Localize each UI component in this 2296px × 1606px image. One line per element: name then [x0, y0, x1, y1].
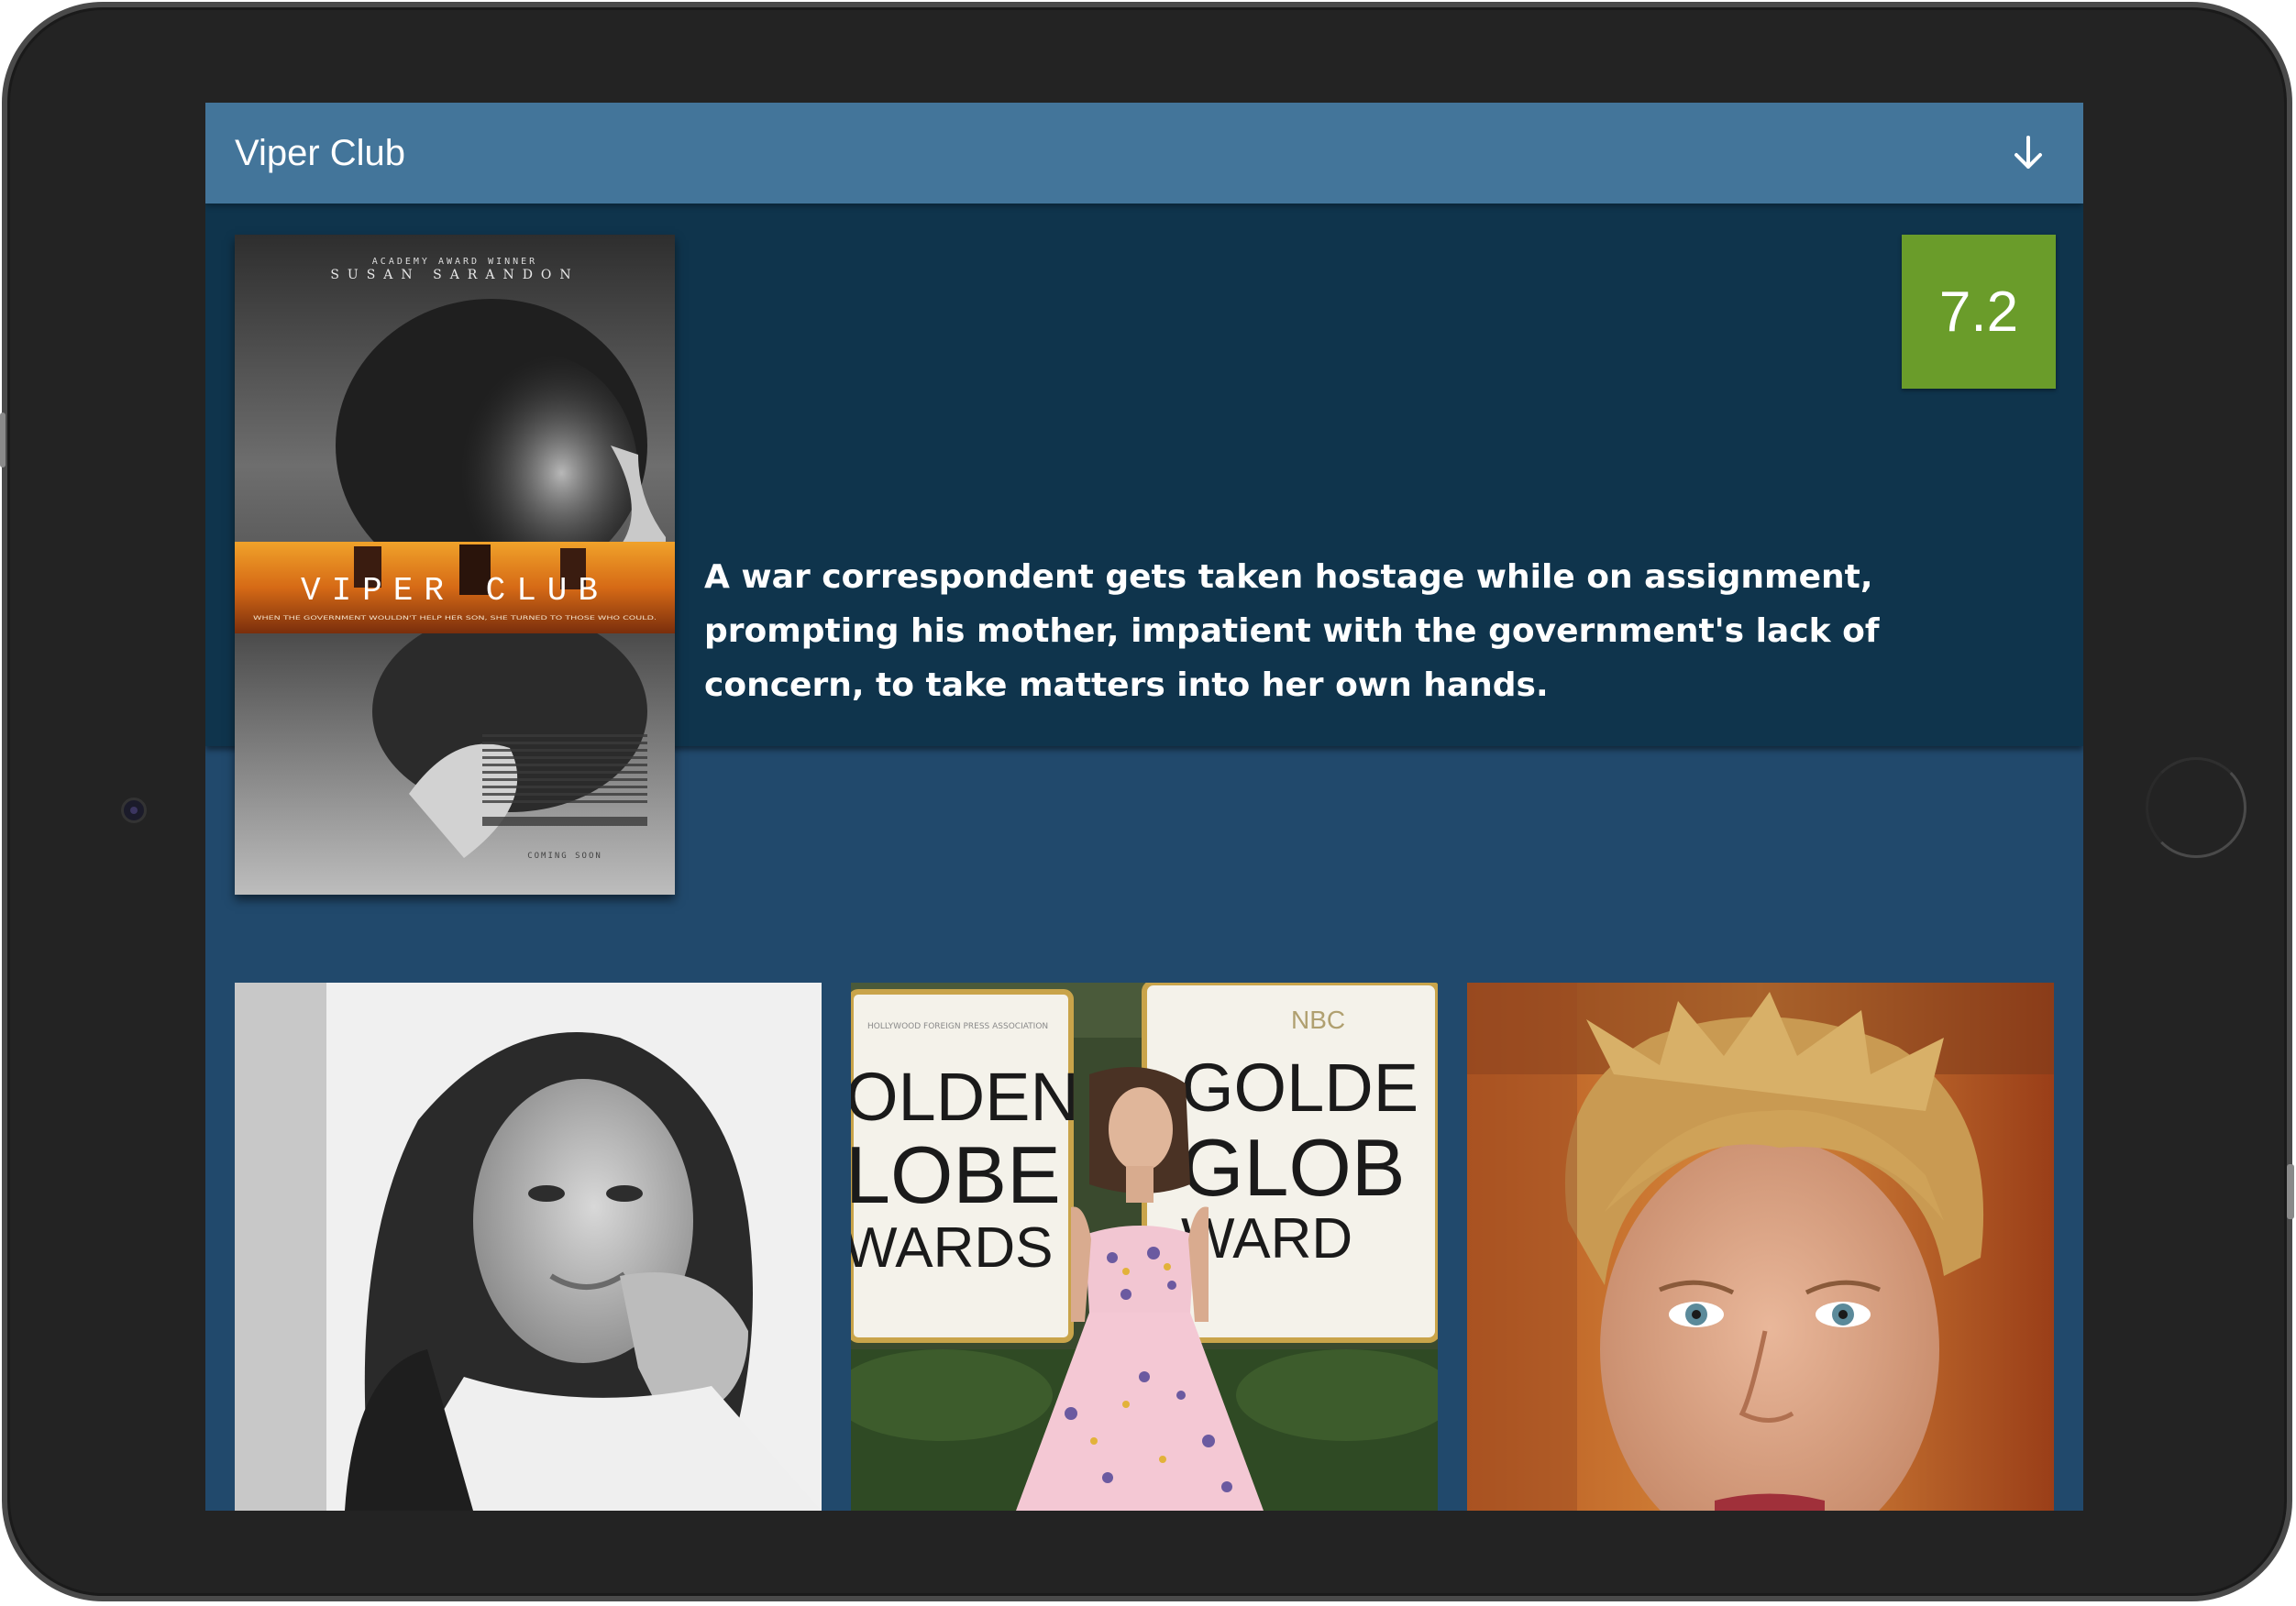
title-bar: Viper Club [205, 103, 2083, 204]
cast-photo-1[interactable] [235, 983, 822, 1511]
movie-description: A war correspondent gets taken hostage w… [704, 558, 1880, 704]
movie-poster[interactable]: ACADEMY AWARD WINNER SUSAN SARANDON VIPE… [235, 235, 675, 895]
sign-org-label: HOLLYWOOD FOREIGN PRESS ASSOCIATION [867, 1022, 1048, 1031]
home-button[interactable] [2146, 757, 2246, 858]
app-screen: Viper Club ACADEMY AWARD WINNER SUSAN SA… [205, 103, 2083, 1511]
sign-left-line-2: LOBE [851, 1129, 1061, 1220]
rating-badge: 7.2 [1902, 235, 2056, 389]
sign-left-line-1: OLDEN [851, 1059, 1079, 1135]
front-camera [121, 798, 147, 823]
sign-right-line-1: GOLDE [1181, 1050, 1418, 1126]
poster-title: VIPER CLUB [301, 572, 609, 610]
sign-right-line-2: GLOB [1181, 1122, 1406, 1213]
poster-credit: ACADEMY AWARD WINNER [372, 257, 537, 267]
arrow-down-icon [2015, 136, 2042, 169]
download-button[interactable] [2001, 126, 2056, 181]
volume-button [0, 412, 6, 468]
cast-photo-2[interactable]: HOLLYWOOD FOREIGN PRESS ASSOCIATION OLDE… [851, 983, 1438, 1511]
power-button [2287, 1164, 2294, 1219]
poster-tagline: WHEN THE GOVERNMENT WOULDN'T HELP HER SO… [253, 614, 657, 622]
poster-date: COMING SOON [527, 852, 602, 861]
sign-left-line-3: WARDS [851, 1216, 1053, 1280]
sign-network-label: NBC [1291, 1006, 1345, 1034]
cast-photo-3[interactable] [1467, 983, 2054, 1511]
poster-actor: SUSAN SARANDON [330, 268, 579, 282]
movie-title: Viper Club [235, 132, 406, 173]
